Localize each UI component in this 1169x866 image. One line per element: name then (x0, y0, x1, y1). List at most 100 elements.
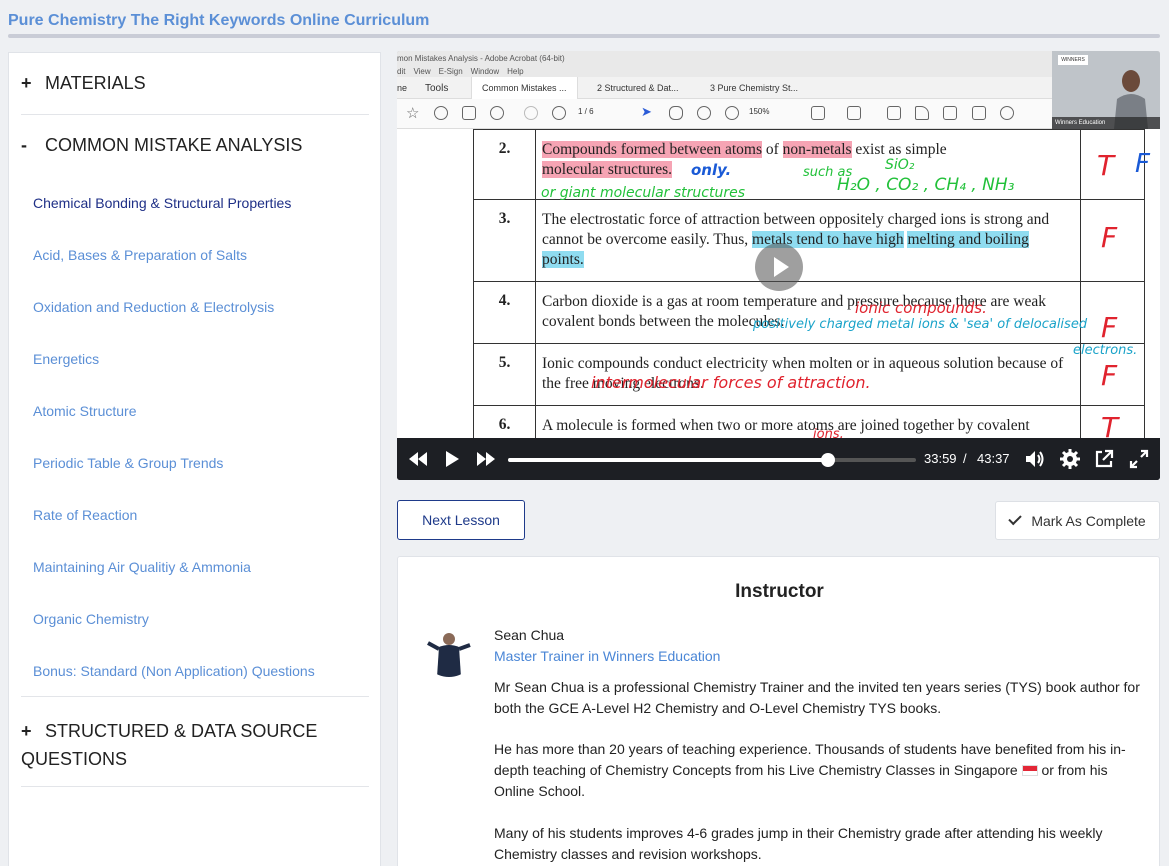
row-text-part: exist as simple (851, 141, 947, 158)
fast-forward-icon[interactable] (475, 448, 497, 470)
highlight: between atoms (665, 141, 762, 158)
webcam-label: Winners Education (1052, 117, 1160, 129)
page-indicator: 1 / 6 (578, 107, 594, 116)
print-icon (462, 106, 476, 120)
row-text-part: of (761, 141, 783, 158)
upload-icon (434, 106, 448, 120)
time-separator: / (963, 451, 967, 466)
row-number: 2. (473, 129, 536, 200)
instructor-role[interactable]: Master Trainer in Winners Education (494, 648, 720, 664)
annotation-answer: F (1101, 359, 1118, 392)
annotation-answer: F (1101, 311, 1118, 344)
page-tools-icon (811, 106, 825, 120)
hand-icon (669, 106, 683, 120)
section-common-mistake-analysis[interactable]: - COMMON MISTAKE ANALYSIS (21, 135, 302, 156)
menu-item: Help (507, 67, 524, 76)
annotation: ions, (813, 427, 844, 438)
annotation: positively charged metal ions & 'sea' of… (753, 317, 1088, 332)
row-number: 6. (473, 405, 536, 438)
annotation: electrons. (1073, 343, 1138, 358)
menu-item: E-Sign (438, 67, 463, 76)
popout-icon[interactable] (1093, 448, 1115, 470)
save-icon (847, 106, 861, 120)
play-icon[interactable] (441, 448, 463, 470)
progress-fill (508, 458, 828, 462)
settings-gear-icon[interactable] (1059, 448, 1081, 470)
lesson-link[interactable]: Acid, Bases & Preparation of Salts (33, 247, 247, 263)
zoom-out-icon (697, 106, 711, 120)
cursor-icon: ➤ (641, 104, 652, 119)
mark-complete-button[interactable]: Mark As Complete (995, 501, 1160, 540)
title-divider (8, 34, 1160, 38)
annotation: ionic compounds. (855, 299, 987, 317)
row-text: The electrostatic force of attraction be… (535, 199, 1081, 282)
annotation: or giant molecular structures (541, 185, 746, 201)
row-text: A molecule is formed when two or more at… (535, 405, 1081, 438)
video-player[interactable]: mon Mistakes Analysis - Adobe Acrobat (6… (397, 51, 1160, 480)
highlight: molecular structures. (542, 161, 672, 178)
instructor-card: Instructor Sean Chua Master Trainer in W… (397, 556, 1160, 866)
webcam-overlay: WINNERS Winners Education (1052, 51, 1160, 129)
next-lesson-button[interactable]: Next Lesson (397, 500, 525, 540)
center-play-button[interactable] (755, 243, 803, 291)
annotation-answer: T (1101, 411, 1119, 438)
lesson-link[interactable]: Maintaining Air Qualitiy & Ammonia (33, 559, 251, 575)
lesson-link[interactable]: Bonus: Standard (Non Application) Questi… (33, 663, 315, 679)
zoom-level: 150% (749, 107, 770, 116)
zoom-search-icon (490, 106, 504, 120)
current-time: 33:59 (924, 451, 957, 466)
progress-bar[interactable] (508, 453, 916, 467)
progress-handle[interactable] (820, 453, 835, 467)
highlight: Compounds formed (542, 141, 666, 158)
section-label: MATERIALS (45, 73, 146, 93)
page-up-icon (524, 106, 538, 120)
lesson-link[interactable]: Periodic Table & Group Trends (33, 455, 223, 471)
star-icon: ☆ (406, 105, 420, 122)
expand-icon: + (21, 73, 32, 93)
instructor-bio: Many of his students improves 4-6 grades… (494, 825, 1103, 862)
acrobat-tab: ne (397, 83, 408, 93)
annotation-answer: F (1101, 221, 1118, 254)
section-structured-data-source[interactable]: + STRUCTURED & DATA SOURCE QUESTIONS (21, 717, 317, 773)
instructor-bio: He has more than 20 years of teaching ex… (494, 739, 1149, 802)
video-controls: 33:59 / 43:37 (397, 438, 1160, 480)
fullscreen-icon[interactable] (1128, 448, 1150, 470)
row-number: 4. (473, 281, 536, 344)
menu-item: View (413, 67, 431, 76)
row-number: 5. (473, 343, 536, 406)
rewind-icon[interactable] (407, 448, 429, 470)
curriculum-sidebar: + MATERIALS - COMMON MISTAKE ANALYSIS Ch… (8, 52, 381, 866)
row-text: Carbon dioxide is a gas at room temperat… (535, 281, 1081, 344)
row-number: 3. (473, 199, 536, 282)
acrobat-menu: dit View E-Sign Window Help (397, 67, 532, 76)
duration: 43:37 (977, 451, 1010, 466)
sign-icon (943, 106, 957, 120)
lesson-link[interactable]: Chemical Bonding & Structural Properties (33, 195, 291, 211)
lesson-link[interactable]: Rate of Reaction (33, 507, 137, 523)
acrobat-titlebar: mon Mistakes Analysis - Adobe Acrobat (6… (397, 51, 1052, 77)
volume-icon[interactable] (1024, 448, 1046, 470)
acrobat-tab: 3 Pure Chemistry St... (710, 83, 799, 93)
acrobat-tab: 2 Structured & Dat... (597, 83, 679, 93)
lesson-link[interactable]: Oxidation and Reduction & Electrolysis (33, 299, 274, 315)
annotation: SiO₂ (885, 157, 915, 173)
section-label-continued: QUESTIONS (21, 749, 128, 769)
zoom-in-icon (725, 106, 739, 120)
acrobat-tab: Tools (425, 83, 449, 94)
section-divider (21, 114, 369, 115)
lesson-link[interactable]: Organic Chemistry (33, 611, 149, 627)
lesson-link[interactable]: Energetics (33, 351, 99, 367)
annotation: intermolecular forces of attraction. (591, 373, 871, 392)
singapore-flag-icon (1021, 765, 1038, 776)
section-label: STRUCTURED & DATA SOURCE (45, 721, 318, 741)
menu-item: Window (470, 67, 500, 76)
acrobat-toolbar: ☆ 1 / 6 ➤ 150% (397, 99, 1052, 129)
trash-icon (972, 106, 986, 120)
acrobat-tabs: ne Tools Common Mistakes ... 2 Structure… (397, 77, 1052, 99)
menu-item: dit (397, 67, 406, 76)
page-down-icon (552, 106, 566, 120)
section-materials[interactable]: + MATERIALS (21, 73, 146, 94)
page-title: Pure Chemistry The Right Keywords Online… (8, 12, 430, 29)
table-row: 6. A molecule is formed when two or more… (473, 405, 1145, 438)
lesson-link[interactable]: Atomic Structure (33, 403, 136, 419)
